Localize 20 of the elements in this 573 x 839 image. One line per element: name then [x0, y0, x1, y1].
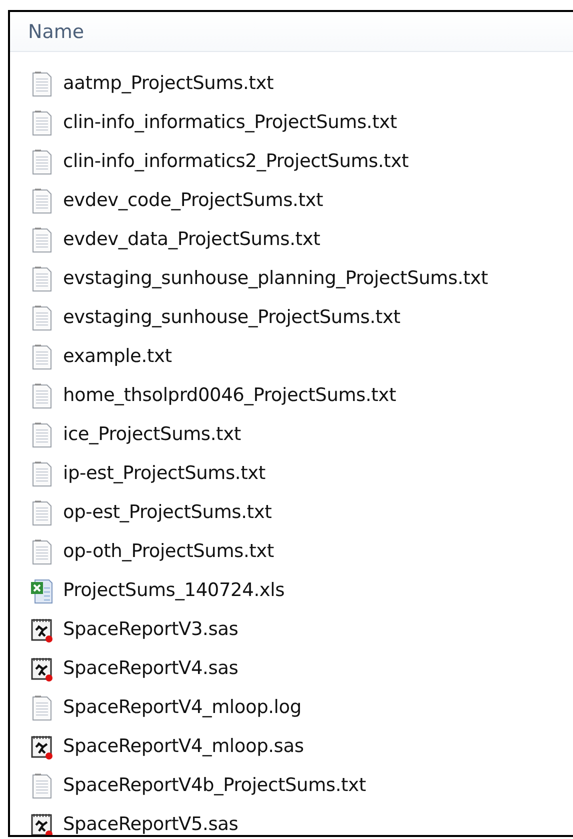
file-name[interactable]: example.txt — [63, 342, 172, 370]
file-name[interactable]: ProjectSums_140724.xls — [63, 576, 285, 604]
file-name[interactable]: home_thsolprd0046_ProjectSums.txt — [63, 382, 396, 410]
file-name[interactable]: evstaging_sunhouse_planning_ProjectSums.txt — [63, 264, 488, 292]
file-name[interactable]: op-oth_ProjectSums.txt — [63, 538, 274, 566]
file-name[interactable]: op-est_ProjectSums.txt — [63, 498, 272, 526]
file-name[interactable]: SpaceReportV4.sas — [63, 654, 238, 682]
file-name[interactable]: evstaging_sunhouse_ProjectSums.txt — [63, 304, 400, 332]
file-name[interactable]: ip-est_ProjectSums.txt — [63, 460, 266, 488]
file-name[interactable]: clin-info_informatics2_ProjectSums.txt — [63, 148, 409, 176]
file-name[interactable]: SpaceReportV5.sas — [63, 810, 238, 835]
file-name[interactable]: evdev_data_ProjectSums.txt — [63, 226, 320, 254]
file-name[interactable]: SpaceReportV3.sas — [63, 616, 238, 644]
file-name[interactable]: SpaceReportV4_mloop.log — [63, 694, 302, 722]
file-name[interactable]: SpaceReportV4b_ProjectSums.txt — [63, 772, 366, 800]
file-name[interactable]: SpaceReportV4_mloop.sas — [63, 732, 304, 760]
file-name[interactable]: aatmp_ProjectSums.txt — [63, 70, 274, 98]
file-name[interactable]: ice_ProjectSums.txt — [63, 420, 241, 448]
file-name[interactable]: evdev_code_ProjectSums.txt — [63, 186, 324, 214]
file-name[interactable]: clin-info_informatics_ProjectSums.txt — [63, 108, 397, 136]
